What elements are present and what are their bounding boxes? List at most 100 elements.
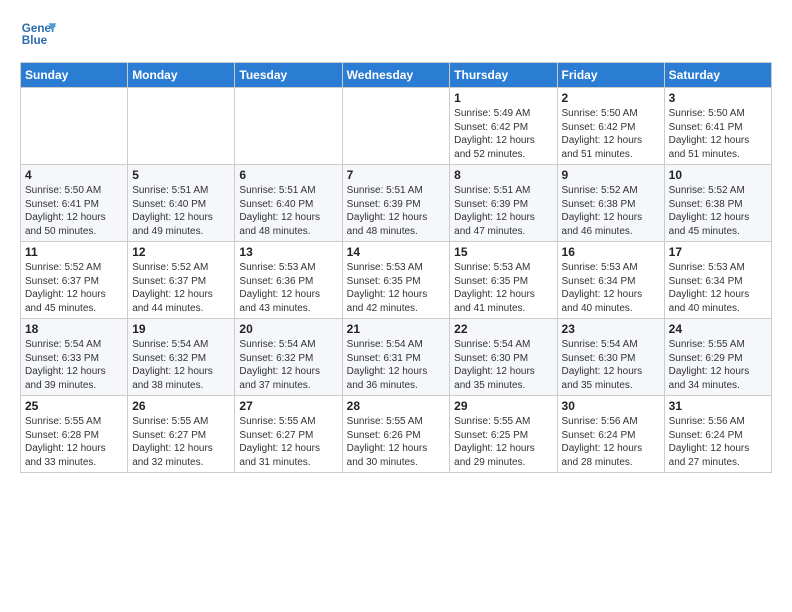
header: General Blue [20,16,772,52]
calendar-cell: 20 Sunrise: 5:54 AM Sunset: 6:32 PM Dayli… [235,319,342,396]
day-info: Sunrise: 5:50 AM Sunset: 6:42 PM Dayligh… [562,107,660,161]
day-number: 23 [562,322,660,336]
calendar-cell: 6Sunrise: 5:51 AM Sunset: 6:40 PM Daylig… [235,165,342,242]
week-row-5: 25 Sunrise: 5:55 AM Sunset: 6:28 PM Dayli… [21,396,772,473]
week-row-1: 1 Sunrise: 5:49 AM Sunset: 6:42 PM Daylig… [21,88,772,165]
day-number: 11 [25,245,123,259]
day-number: 24 [669,322,767,336]
header-thursday: Thursday [450,63,557,88]
day-info: Sunrise: 5:56 AM Sunset: 6:24 PM Dayligh… [669,415,767,469]
calendar-cell: 5Sunrise: 5:51 AM Sunset: 6:40 PM Daylig… [128,165,235,242]
header-friday: Friday [557,63,664,88]
calendar-cell: 2Sunrise: 5:50 AM Sunset: 6:42 PM Daylig… [557,88,664,165]
day-number: 3 [669,91,767,105]
day-info: Sunrise: 5:55 AM Sunset: 6:27 PM Dayligh… [132,415,230,469]
calendar-cell: 1 Sunrise: 5:49 AM Sunset: 6:42 PM Daylig… [450,88,557,165]
day-number: 26 [132,399,230,413]
day-number: 18 [25,322,123,336]
calendar-cell: 30 Sunrise: 5:56 AM Sunset: 6:24 PM Dayli… [557,396,664,473]
calendar-cell: 7Sunrise: 5:51 AM Sunset: 6:39 PM Daylig… [342,165,450,242]
day-info: Sunrise: 5:54 AM Sunset: 6:31 PM Dayligh… [347,338,446,392]
calendar-cell: 26 Sunrise: 5:55 AM Sunset: 6:27 PM Dayli… [128,396,235,473]
day-number: 4 [25,168,123,182]
header-monday: Monday [128,63,235,88]
calendar-cell: 9Sunrise: 5:52 AM Sunset: 6:38 PM Daylig… [557,165,664,242]
calendar-cell: 11 Sunrise: 5:52 AM Sunset: 6:37 PM Dayli… [21,242,128,319]
calendar-cell: 15 Sunrise: 5:53 AM Sunset: 6:35 PM Dayli… [450,242,557,319]
day-number: 22 [454,322,552,336]
day-number: 30 [562,399,660,413]
header-wednesday: Wednesday [342,63,450,88]
calendar-cell: 13 Sunrise: 5:53 AM Sunset: 6:36 PM Dayli… [235,242,342,319]
day-info: Sunrise: 5:54 AM Sunset: 6:30 PM Dayligh… [562,338,660,392]
week-row-4: 18 Sunrise: 5:54 AM Sunset: 6:33 PM Dayli… [21,319,772,396]
day-number: 8 [454,168,552,182]
day-info: Sunrise: 5:51 AM Sunset: 6:40 PM Dayligh… [132,184,230,238]
calendar-cell: 18 Sunrise: 5:54 AM Sunset: 6:33 PM Dayli… [21,319,128,396]
calendar-cell [21,88,128,165]
week-row-3: 11 Sunrise: 5:52 AM Sunset: 6:37 PM Dayli… [21,242,772,319]
day-number: 19 [132,322,230,336]
logo-icon: General Blue [20,16,56,52]
calendar-cell: 23 Sunrise: 5:54 AM Sunset: 6:30 PM Dayli… [557,319,664,396]
day-info: Sunrise: 5:54 AM Sunset: 6:33 PM Dayligh… [25,338,123,392]
day-number: 20 [239,322,337,336]
day-info: Sunrise: 5:56 AM Sunset: 6:24 PM Dayligh… [562,415,660,469]
day-number: 31 [669,399,767,413]
calendar-cell [235,88,342,165]
calendar-cell: 21 Sunrise: 5:54 AM Sunset: 6:31 PM Dayli… [342,319,450,396]
calendar-cell: 12 Sunrise: 5:52 AM Sunset: 6:37 PM Dayli… [128,242,235,319]
calendar-cell: 24 Sunrise: 5:55 AM Sunset: 6:29 PM Dayli… [664,319,771,396]
day-info: Sunrise: 5:55 AM Sunset: 6:28 PM Dayligh… [25,415,123,469]
calendar-cell: 29 Sunrise: 5:55 AM Sunset: 6:25 PM Dayli… [450,396,557,473]
day-info: Sunrise: 5:55 AM Sunset: 6:29 PM Dayligh… [669,338,767,392]
day-number: 15 [454,245,552,259]
day-number: 21 [347,322,446,336]
day-number: 14 [347,245,446,259]
day-info: Sunrise: 5:50 AM Sunset: 6:41 PM Dayligh… [669,107,767,161]
logo: General Blue [20,16,60,52]
calendar-cell: 16 Sunrise: 5:53 AM Sunset: 6:34 PM Dayli… [557,242,664,319]
day-info: Sunrise: 5:53 AM Sunset: 6:36 PM Dayligh… [239,261,337,315]
day-info: Sunrise: 5:54 AM Sunset: 6:32 PM Dayligh… [239,338,337,392]
day-info: Sunrise: 5:54 AM Sunset: 6:32 PM Dayligh… [132,338,230,392]
calendar-cell: 3 Sunrise: 5:50 AM Sunset: 6:41 PM Daylig… [664,88,771,165]
day-info: Sunrise: 5:49 AM Sunset: 6:42 PM Dayligh… [454,107,552,161]
day-number: 1 [454,91,552,105]
calendar-cell: 27Sunrise: 5:55 AM Sunset: 6:27 PM Dayli… [235,396,342,473]
day-number: 10 [669,168,767,182]
day-number: 29 [454,399,552,413]
day-number: 16 [562,245,660,259]
calendar-cell: 8Sunrise: 5:51 AM Sunset: 6:39 PM Daylig… [450,165,557,242]
day-info: Sunrise: 5:55 AM Sunset: 6:25 PM Dayligh… [454,415,552,469]
day-number: 7 [347,168,446,182]
calendar-cell: 14 Sunrise: 5:53 AM Sunset: 6:35 PM Dayli… [342,242,450,319]
day-number: 17 [669,245,767,259]
day-info: Sunrise: 5:53 AM Sunset: 6:35 PM Dayligh… [454,261,552,315]
svg-text:Blue: Blue [22,34,48,47]
day-number: 12 [132,245,230,259]
day-number: 25 [25,399,123,413]
day-info: Sunrise: 5:54 AM Sunset: 6:30 PM Dayligh… [454,338,552,392]
calendar-header-row: SundayMondayTuesdayWednesdayThursdayFrid… [21,63,772,88]
day-info: Sunrise: 5:55 AM Sunset: 6:26 PM Dayligh… [347,415,446,469]
day-number: 13 [239,245,337,259]
calendar-cell: 19 Sunrise: 5:54 AM Sunset: 6:32 PM Dayli… [128,319,235,396]
header-saturday: Saturday [664,63,771,88]
calendar-cell: 10 Sunrise: 5:52 AM Sunset: 6:38 PM Dayli… [664,165,771,242]
calendar-cell: 22 Sunrise: 5:54 AM Sunset: 6:30 PM Dayli… [450,319,557,396]
day-info: Sunrise: 5:52 AM Sunset: 6:38 PM Dayligh… [562,184,660,238]
day-info: Sunrise: 5:53 AM Sunset: 6:35 PM Dayligh… [347,261,446,315]
day-number: 28 [347,399,446,413]
day-info: Sunrise: 5:50 AM Sunset: 6:41 PM Dayligh… [25,184,123,238]
calendar-cell [342,88,450,165]
day-info: Sunrise: 5:52 AM Sunset: 6:37 PM Dayligh… [132,261,230,315]
calendar-table: SundayMondayTuesdayWednesdayThursdayFrid… [20,62,772,473]
day-info: Sunrise: 5:52 AM Sunset: 6:37 PM Dayligh… [25,261,123,315]
day-info: Sunrise: 5:52 AM Sunset: 6:38 PM Dayligh… [669,184,767,238]
week-row-2: 4 Sunrise: 5:50 AM Sunset: 6:41 PM Daylig… [21,165,772,242]
day-info: Sunrise: 5:53 AM Sunset: 6:34 PM Dayligh… [562,261,660,315]
day-number: 27 [239,399,337,413]
header-tuesday: Tuesday [235,63,342,88]
calendar-cell: 25 Sunrise: 5:55 AM Sunset: 6:28 PM Dayli… [21,396,128,473]
